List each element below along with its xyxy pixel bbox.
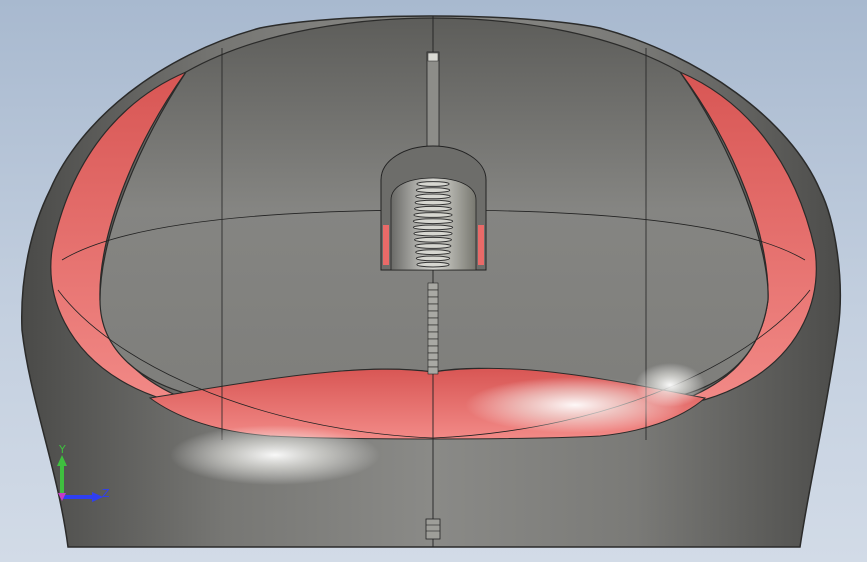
center-slot-ladder [427,282,439,375]
wheel-rib [413,212,453,218]
wheel-rib [415,187,451,194]
wheel-rib [412,218,454,225]
bottom-notch [425,518,441,540]
ladder-segment [427,366,439,375]
ladder-segment [427,296,439,305]
wheel-rib [415,255,451,262]
ladder-segment [427,338,439,347]
wheel-rib [413,230,453,237]
wheel-rib [414,243,452,249]
ladder-segment [427,359,439,368]
ladder-segment [427,317,439,326]
ladder-segment [427,331,439,340]
ladder-segment [427,289,439,298]
ladder-segment [427,303,439,312]
y-axis-label: Y [59,443,66,456]
wheel-rib [414,236,452,243]
wheel-rib [416,181,450,187]
highlight-right-edge [635,363,705,407]
ladder-segment [427,324,439,333]
mouse-3d-model[interactable] [0,0,867,562]
wheel-rib [415,249,451,256]
ladder-segment [427,310,439,319]
wheel-rib [412,224,454,231]
cad-viewport[interactable]: Y Z [0,0,867,562]
wheel-rib [414,205,452,212]
ladder-segment [427,282,439,291]
ladder-segment [427,345,439,354]
wheel-rib [415,193,451,200]
z-axis-label: Z [102,487,110,500]
wheel-rib [416,261,450,268]
ladder-segment [427,352,439,361]
highlight-left [170,425,380,485]
wheel-rib [414,199,452,206]
slot-track-top [426,51,440,149]
